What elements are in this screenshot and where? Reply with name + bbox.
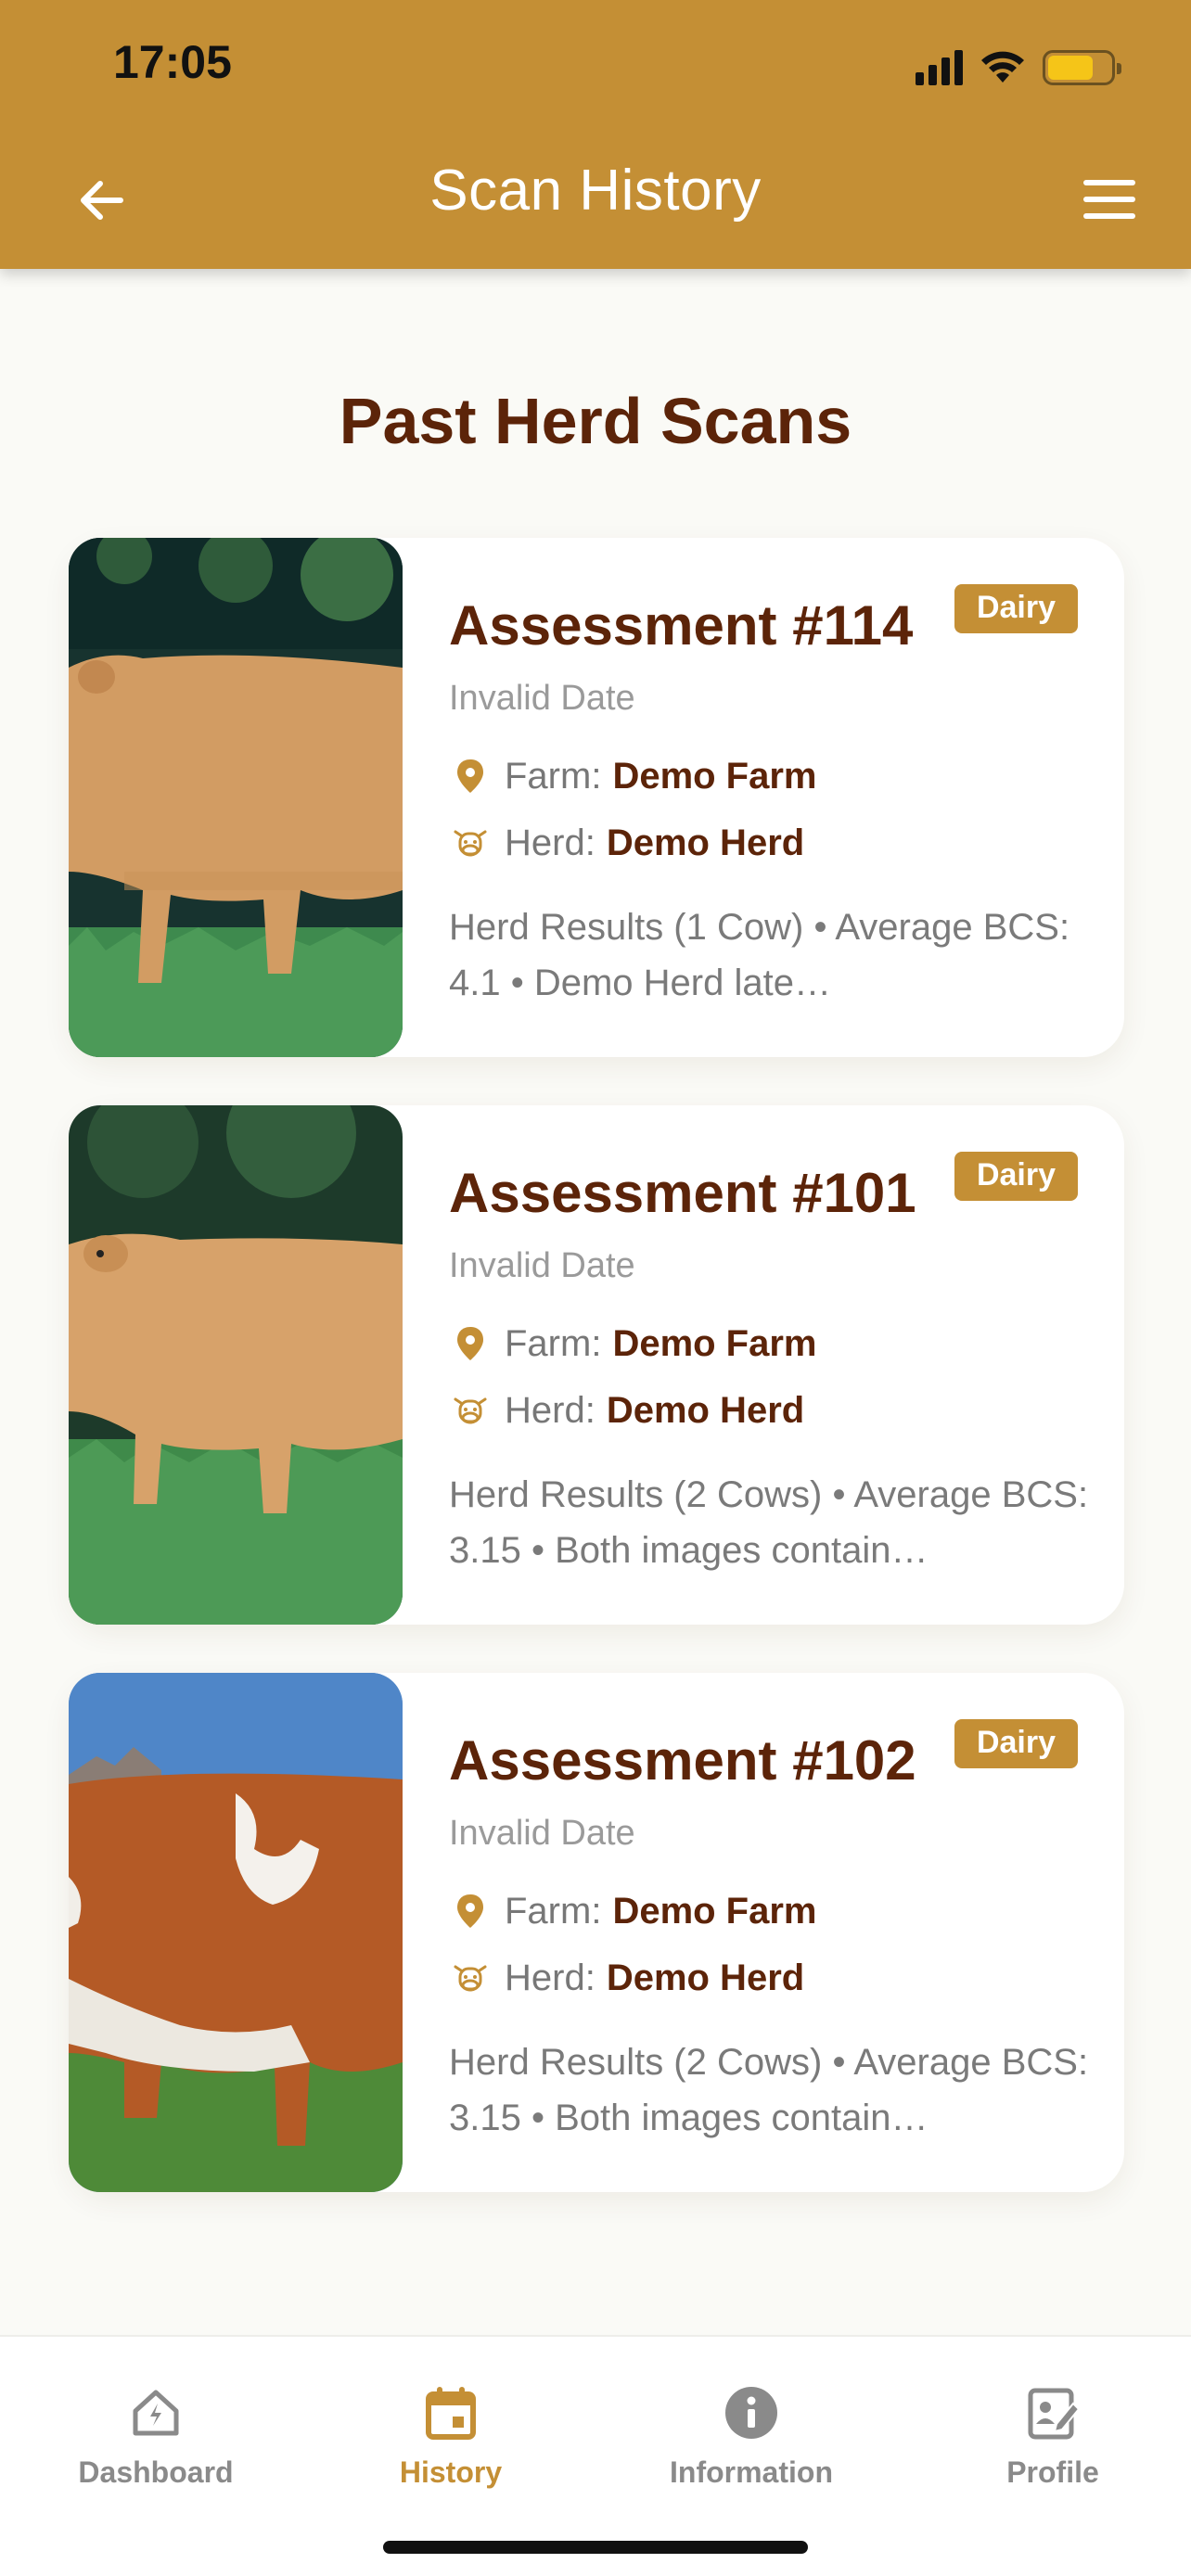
info-icon bbox=[725, 2387, 777, 2439]
assessment-card[interactable]: Dairy Assessment #114 Invalid Date Farm:… bbox=[69, 538, 1124, 1057]
category-badge: Dairy bbox=[954, 1152, 1078, 1201]
assessment-date: Invalid Date bbox=[449, 1246, 635, 1285]
assessment-title: Assessment #102 bbox=[449, 1729, 916, 1792]
herd-row: Herd: Demo Herd bbox=[449, 822, 804, 864]
calendar-icon bbox=[426, 2387, 476, 2440]
farm-row: Farm: Demo Farm bbox=[449, 1322, 817, 1365]
nav-profile[interactable]: Profile bbox=[932, 2337, 1173, 2504]
herd-label: Herd: bbox=[505, 1957, 596, 1998]
section-title: Past Herd Scans bbox=[339, 385, 852, 457]
farm-name: Demo Farm bbox=[612, 1890, 817, 1932]
page-title: Scan History bbox=[429, 159, 762, 223]
cellular-signal-icon bbox=[916, 50, 963, 85]
app-header: 17:05 Scan History bbox=[0, 0, 1191, 269]
wifi-icon bbox=[981, 51, 1024, 83]
cow-icon bbox=[449, 1957, 492, 1999]
assessment-date: Invalid Date bbox=[449, 1814, 635, 1853]
cow-photo bbox=[69, 1673, 403, 2192]
cow-photo bbox=[69, 538, 403, 1057]
location-pin-icon bbox=[449, 1890, 492, 1932]
farm-label: Farm: bbox=[505, 1322, 602, 1364]
herd-label: Herd: bbox=[505, 822, 596, 863]
assessment-date: Invalid Date bbox=[449, 679, 635, 718]
farm-label: Farm: bbox=[505, 755, 602, 797]
nav-information[interactable]: Information bbox=[631, 2337, 872, 2504]
cow-icon bbox=[449, 822, 492, 864]
battery-icon bbox=[1043, 50, 1121, 85]
farm-name: Demo Farm bbox=[612, 1322, 817, 1364]
nav-label: Dashboard bbox=[78, 2455, 234, 2489]
category-badge: Dairy bbox=[954, 584, 1078, 633]
farm-label: Farm: bbox=[505, 1890, 602, 1932]
assessment-card[interactable]: Dairy Assessment #101 Invalid Date Farm:… bbox=[69, 1105, 1124, 1625]
nav-dashboard[interactable]: Dashboard bbox=[35, 2337, 276, 2504]
cow-icon bbox=[449, 1389, 492, 1432]
cow-photo bbox=[69, 1105, 403, 1625]
assessment-summary: Herd Results (2 Cows) • Average BCS: 3.1… bbox=[449, 2042, 1089, 2138]
category-badge: Dairy bbox=[954, 1719, 1078, 1768]
herd-row: Herd: Demo Herd bbox=[449, 1957, 804, 1999]
assessment-summary: Herd Results (2 Cows) • Average BCS: 3.1… bbox=[449, 1474, 1089, 1571]
assessment-summary: Herd Results (1 Cow) • Average BCS: 4.1 … bbox=[449, 907, 1070, 1003]
bottom-nav: Dashboard History Information Profile bbox=[0, 2335, 1191, 2576]
assessment-list: Dairy Assessment #114 Invalid Date Farm:… bbox=[69, 538, 1124, 2240]
location-pin-icon bbox=[449, 1322, 492, 1365]
herd-row: Herd: Demo Herd bbox=[449, 1389, 804, 1432]
menu-button[interactable] bbox=[1082, 176, 1137, 223]
assessment-card[interactable]: Dairy Assessment #102 Invalid Date Farm:… bbox=[69, 1673, 1124, 2192]
farm-name: Demo Farm bbox=[612, 755, 817, 797]
status-icons bbox=[916, 45, 1121, 91]
assessment-title: Assessment #101 bbox=[449, 1162, 916, 1224]
herd-label: Herd: bbox=[505, 1389, 596, 1431]
herd-name: Demo Herd bbox=[606, 1389, 805, 1431]
herd-name: Demo Herd bbox=[606, 822, 805, 863]
hamburger-menu-icon bbox=[1083, 180, 1135, 185]
farm-row: Farm: Demo Farm bbox=[449, 755, 817, 797]
home-indicator bbox=[383, 2541, 808, 2554]
nav-label: Profile bbox=[1006, 2455, 1099, 2489]
herd-name: Demo Herd bbox=[606, 1957, 805, 1998]
nav-history[interactable]: History bbox=[330, 2337, 571, 2504]
location-pin-icon bbox=[449, 755, 492, 797]
nav-label: History bbox=[399, 2455, 503, 2489]
assessment-title: Assessment #114 bbox=[449, 594, 914, 657]
farm-row: Farm: Demo Farm bbox=[449, 1890, 817, 1932]
status-time: 17:05 bbox=[113, 36, 232, 88]
edit-profile-icon bbox=[1028, 2388, 1081, 2440]
home-icon bbox=[133, 2390, 179, 2436]
nav-label: Information bbox=[670, 2455, 833, 2489]
